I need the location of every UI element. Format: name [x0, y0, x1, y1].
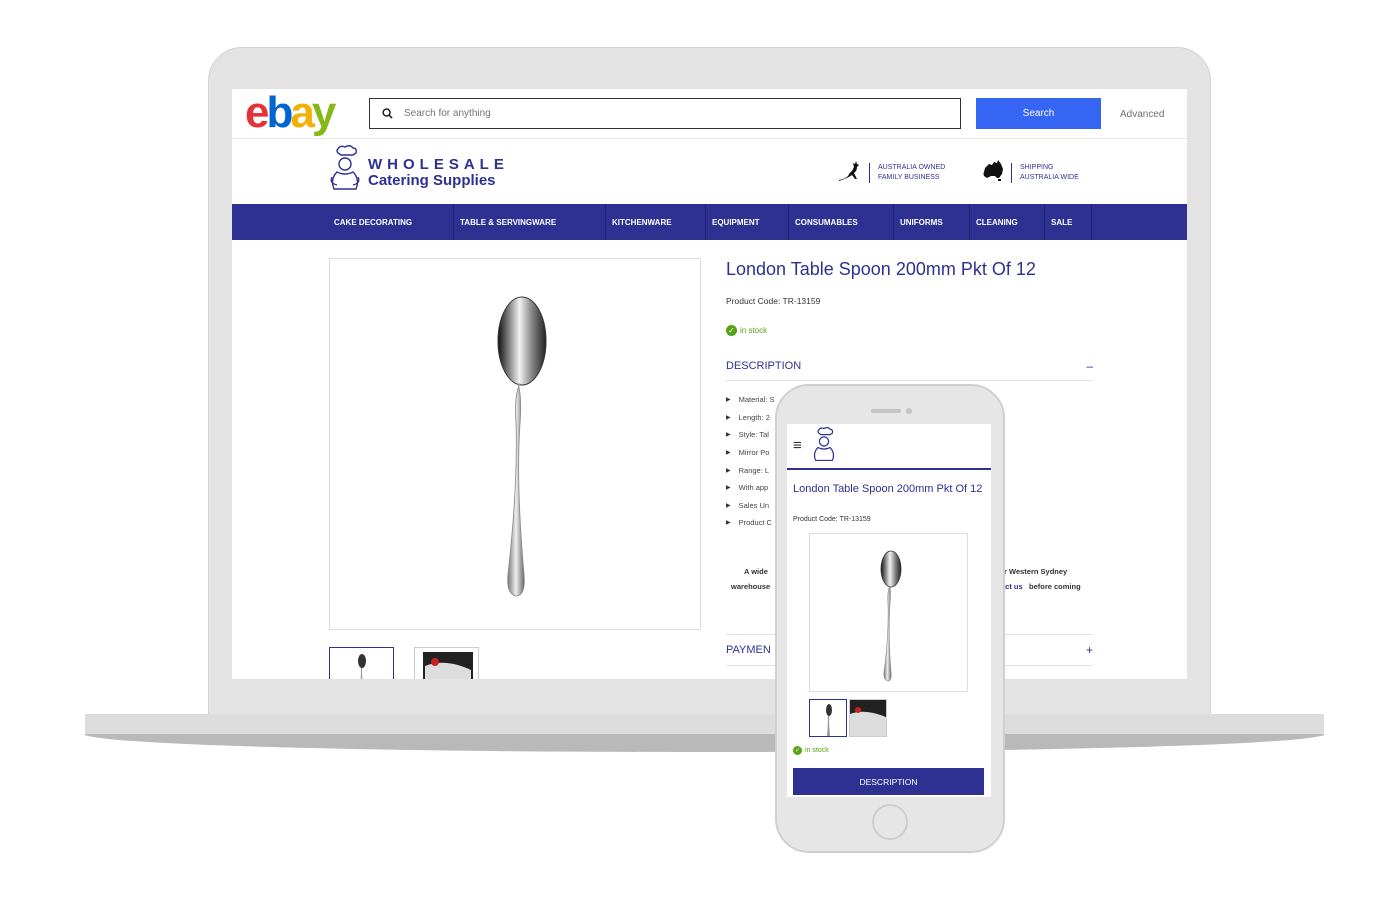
bullet-arrow-icon: ▶: [726, 450, 731, 457]
spec-text: With app: [738, 483, 769, 493]
nav-sale[interactable]: SALE: [1045, 204, 1092, 240]
nav-uniforms[interactable]: UNIFORMS: [894, 204, 970, 240]
spec-text: Product C: [738, 518, 772, 528]
spec-item: ▶ Mirror Po: [726, 444, 774, 462]
spec-item: ▶ Product C: [726, 514, 774, 532]
description-heading: DESCRIPTION: [726, 359, 802, 372]
expand-icon[interactable]: +: [1086, 643, 1093, 657]
ebay-header: ebay Search Advanced: [232, 89, 1187, 139]
bullet-arrow-icon: ▶: [726, 432, 731, 439]
collapse-icon[interactable]: –: [1086, 359, 1093, 373]
category-nav: CAKE DECORATING TABLE & SERVINGWARE KITC…: [232, 204, 1187, 240]
bullet-arrow-icon: ▶: [726, 414, 731, 421]
notice-text-right-1: r Western Sydney: [1004, 567, 1068, 576]
ebay-logo[interactable]: ebay: [245, 89, 337, 137]
shipping-line2: AUSTRALIA WIDE: [1020, 173, 1079, 181]
product-code: Product Code: TR-13159: [726, 296, 821, 306]
mobile-thumbnail-1[interactable]: [809, 699, 847, 737]
laptop-base: [85, 714, 1324, 736]
nav-consumables[interactable]: CONSUMABLES: [789, 204, 894, 240]
spec-text: Length: 2: [738, 412, 770, 422]
search-box: [369, 98, 961, 129]
product-title: London Table Spoon 200mm Pkt Of 12: [726, 259, 1036, 279]
hamburger-menu-icon[interactable]: ≡: [793, 437, 802, 454]
stock-label: in stock: [740, 326, 768, 335]
spec-text: Mirror Po: [738, 448, 770, 458]
phone-home-button[interactable]: [872, 804, 908, 840]
notice-text-left-2: warehouse: [731, 582, 771, 591]
mobile-thumbnail-2[interactable]: [849, 699, 887, 737]
spoon-image: [880, 550, 902, 682]
ebay-logo-a: a: [290, 89, 315, 137]
payment-heading: PAYMEN: [726, 644, 771, 656]
laptop-base-shadow: [85, 734, 1324, 752]
australia-map-icon: [983, 159, 1005, 186]
search-button[interactable]: Search: [976, 98, 1101, 129]
store-logo-line2: Catering Supplies: [368, 171, 496, 189]
mockup-stage: ebay Search Advanced: [0, 0, 1400, 900]
bullet-arrow-icon: ▶: [726, 397, 731, 404]
product-image[interactable]: [329, 258, 701, 630]
mobile-stock-label: in stock: [805, 747, 829, 754]
store-logo-line1: WHOLESALE: [368, 155, 509, 173]
phone-screen: ≡ London Table Spoon 200mm Pkt Of 12 Pro…: [787, 424, 991, 797]
store-header: WHOLESALE Catering Supplies AUSTRALIA OW…: [232, 139, 1187, 204]
shipping-line1: SHIPPING: [1020, 163, 1054, 171]
spec-item: ▶ Style: Tal: [726, 426, 774, 444]
checkmark-icon: ✓: [726, 325, 737, 336]
mobile-product-title: London Table Spoon 200mm Pkt Of 12: [793, 483, 983, 495]
spec-item: ▶ Range: L: [726, 461, 774, 479]
owned-line2: FAMILY BUSINESS: [878, 173, 940, 181]
kangaroo-icon: [837, 159, 863, 186]
bullet-arrow-icon: ▶: [726, 520, 731, 527]
product-thumbnail-2[interactable]: [414, 647, 479, 679]
nav-cake-decorating[interactable]: CAKE DECORATING: [328, 204, 454, 240]
stock-status: ✓ in stock: [726, 325, 767, 336]
mobile-stock-status: ✓ in stock: [793, 746, 829, 755]
ebay-logo-y: y: [311, 89, 337, 137]
search-icon: [370, 108, 404, 119]
spec-text: Range: L: [738, 465, 770, 475]
product-thumbnail-1[interactable]: [329, 647, 394, 679]
spec-item: ▶ Sales Un: [726, 497, 774, 515]
spec-item: ▶ With app: [726, 479, 774, 497]
bullet-arrow-icon: ▶: [726, 467, 731, 474]
notice-text-right-2: before coming: [1029, 582, 1081, 591]
ebay-logo-e: e: [245, 89, 270, 137]
phone-speaker: [871, 409, 901, 413]
phone-camera: [906, 408, 912, 414]
checkmark-icon: ✓: [793, 746, 802, 755]
bullet-arrow-icon: ▶: [726, 502, 731, 509]
description-accordion[interactable]: DESCRIPTION –: [726, 351, 1093, 381]
spec-item: ▶ Material: S: [726, 391, 774, 409]
chef-logo-icon[interactable]: [811, 426, 837, 470]
nav-table-servingware[interactable]: TABLE & SERVINGWARE: [454, 204, 606, 240]
chef-icon: [328, 145, 362, 200]
spec-text: Style: Tal: [738, 430, 769, 440]
advanced-search-link[interactable]: Advanced: [1120, 109, 1164, 120]
bullet-arrow-icon: ▶: [726, 485, 731, 492]
spec-list: ▶ Material: S ▶ Length: 2 ▶ Style: Tal ▶ Mir…: [726, 391, 774, 532]
nav-kitchenware[interactable]: KITCHENWARE: [606, 204, 706, 240]
mobile-product-image[interactable]: [809, 533, 968, 692]
mobile-description-button[interactable]: DESCRIPTION: [793, 768, 984, 795]
ebay-logo-b: b: [266, 89, 293, 137]
nav-equipment[interactable]: EQUIPMENT: [706, 204, 789, 240]
shipping-badge: SHIPPING AUSTRALIA WIDE: [983, 159, 1079, 186]
australia-owned-badge: AUSTRALIA OWNED FAMILY BUSINESS: [837, 159, 945, 186]
spoon-image: [497, 296, 547, 597]
nav-cleaning[interactable]: CLEANING: [970, 204, 1045, 240]
mobile-product-code: Product Code: TR-13159: [793, 516, 871, 523]
spec-text: Sales Un: [738, 500, 770, 510]
mobile-header: ≡: [787, 424, 991, 470]
laptop-screen: ebay Search Advanced: [232, 89, 1187, 679]
notice-text-left-1: A wide: [744, 567, 768, 576]
owned-line1: AUSTRALIA OWNED: [878, 163, 946, 171]
spec-text: Material: S: [738, 395, 775, 405]
search-input[interactable]: [404, 108, 944, 119]
store-logo[interactable]: WHOLESALE Catering Supplies: [328, 145, 509, 200]
spec-item: ▶ Length: 2: [726, 409, 774, 427]
